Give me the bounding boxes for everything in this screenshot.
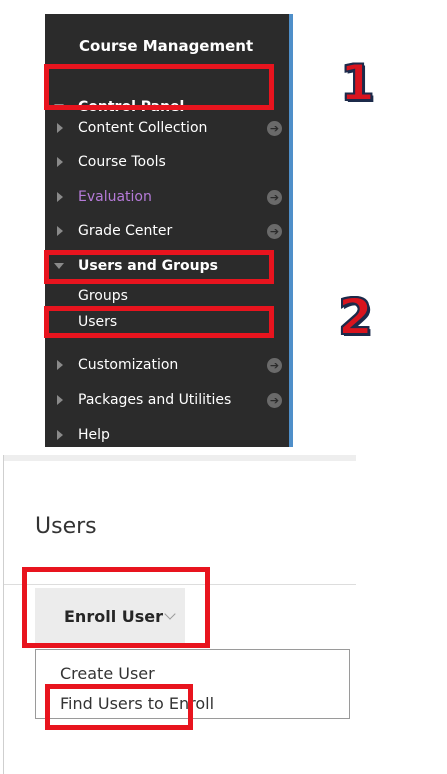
menu-item-label: Grade Center	[78, 223, 173, 239]
highlight-control-panel	[44, 64, 274, 110]
page-header-band	[4, 455, 356, 461]
caret-right-icon	[57, 226, 63, 236]
menu-item-label: Packages and Utilities	[78, 392, 232, 408]
highlight-users-and-groups	[44, 250, 274, 284]
dropdown-item-create-user[interactable]: Create User	[60, 664, 155, 683]
menu-item-evaluation[interactable]: Evaluation ➔	[45, 183, 289, 211]
menu-item-packages-and-utilities[interactable]: Packages and Utilities ➔	[45, 386, 289, 414]
menu-scroll-edge	[289, 14, 293, 447]
arrow-right-circle-icon[interactable]: ➔	[267, 392, 282, 408]
caret-right-icon	[57, 123, 63, 133]
menu-item-grade-center[interactable]: Grade Center ➔	[45, 217, 289, 245]
menu-item-label: Content Collection	[78, 120, 208, 136]
arrow-right-circle-icon[interactable]: ➔	[267, 357, 282, 373]
highlight-find-users-to-enroll	[45, 684, 193, 730]
step-number-2: 2	[337, 288, 374, 346]
caret-right-icon	[57, 157, 63, 167]
highlight-enroll-user	[22, 567, 210, 648]
highlight-users	[44, 306, 274, 338]
arrow-right-circle-icon[interactable]: ➔	[267, 189, 282, 205]
arrow-right-circle-icon[interactable]: ➔	[267, 120, 282, 136]
menu-item-label: Customization	[78, 357, 179, 373]
menu-item-help[interactable]: Help	[45, 421, 289, 449]
menu-item-label: Course Tools	[78, 154, 166, 170]
caret-right-icon	[57, 360, 63, 370]
menu-item-content-collection[interactable]: Content Collection ➔	[45, 114, 289, 142]
menu-item-label: Help	[78, 427, 110, 443]
caret-right-icon	[57, 395, 63, 405]
menu-title: Course Management	[79, 37, 254, 55]
page-title: Users	[35, 514, 97, 539]
menu-item-label: Evaluation	[78, 189, 152, 205]
menu-item-course-tools[interactable]: Course Tools	[45, 148, 289, 176]
caret-right-icon	[57, 430, 63, 440]
submenu-item-label: Groups	[78, 288, 128, 304]
step-number-1: 1	[339, 54, 376, 112]
caret-right-icon	[57, 192, 63, 202]
arrow-right-circle-icon[interactable]: ➔	[267, 223, 282, 239]
menu-item-customization[interactable]: Customization ➔	[45, 351, 289, 379]
